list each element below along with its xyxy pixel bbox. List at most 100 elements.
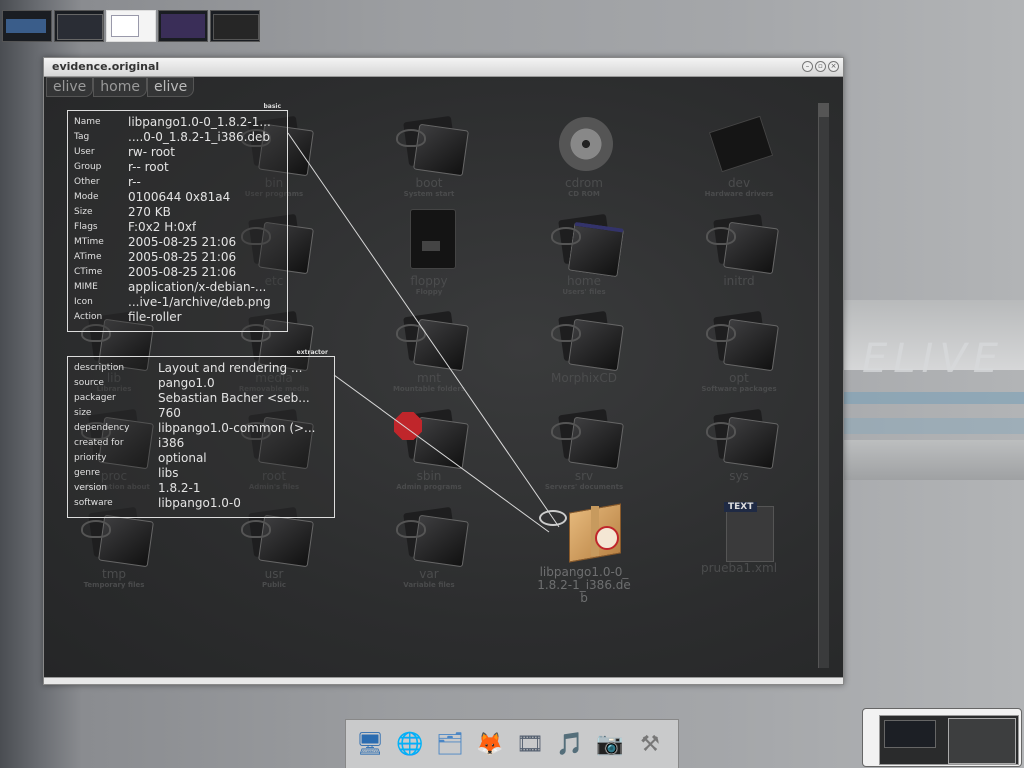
- info-row: software libpango1.0-0: [68, 496, 334, 511]
- breadcrumb-item[interactable]: elive: [46, 77, 94, 97]
- info-key: Size: [74, 207, 93, 217]
- network-globe-icon[interactable]: 🌐: [392, 726, 428, 762]
- info-row: description Layout and rendering ...: [68, 361, 334, 376]
- info-value: Layout and rendering ...: [158, 361, 303, 375]
- info-row: genre libs: [68, 466, 334, 481]
- info-value: Sebastian Bacher <seb...: [158, 391, 310, 405]
- folder-icon: [394, 115, 469, 177]
- folder-icon: [549, 213, 625, 278]
- info-key: Action: [74, 312, 103, 322]
- folder-dev[interactable]: dev Hardware drivers: [679, 115, 799, 198]
- folder-mnt[interactable]: mnt Mountable folders: [369, 310, 489, 393]
- video-player-icon[interactable]: 🎞: [512, 726, 548, 762]
- breadcrumb-item[interactable]: elive: [147, 77, 195, 97]
- info-row: User rw- root: [68, 145, 287, 160]
- extractor-info-panel: extractor description Layout and renderin…: [67, 349, 335, 518]
- info-key: Tag: [74, 132, 90, 142]
- info-value: F:0x2 H:0xf: [128, 220, 197, 234]
- folder-icon: [549, 310, 624, 372]
- floppy-icon: [394, 209, 464, 271]
- info-value: optional: [158, 451, 207, 465]
- folder-boot[interactable]: boot System start: [369, 115, 489, 198]
- info-key: software: [74, 498, 113, 508]
- file-view[interactable]: elive home elive bin User programs boot …: [44, 77, 843, 678]
- file-manager-window: evidence.original – ▫ × elive home elive…: [43, 57, 844, 685]
- info-key: Mode: [74, 192, 99, 202]
- pager-desktop-3[interactable]: [106, 10, 156, 42]
- info-row: size 760: [68, 406, 334, 421]
- info-row: priority optional: [68, 451, 334, 466]
- minimize-icon[interactable]: –: [802, 61, 813, 72]
- pager-desktop-1[interactable]: [2, 10, 52, 42]
- folder-var[interactable]: var Variable files: [369, 506, 489, 589]
- window-bottom-edge[interactable]: [44, 677, 843, 684]
- pager-desktop-4[interactable]: [158, 10, 208, 42]
- info-row: source pango1.0: [68, 376, 334, 391]
- thumbnail-preview: [879, 715, 1019, 765]
- info-row: packager Sebastian Bacher <seb...: [68, 391, 334, 406]
- file-manager-icon[interactable]: 🗂: [432, 726, 468, 762]
- music-player-icon[interactable]: 🎵: [552, 726, 588, 762]
- tools-icon[interactable]: ⚒: [632, 726, 668, 762]
- folder-floppy[interactable]: floppy Floppy: [369, 209, 489, 296]
- stop-folder-icon: [394, 408, 469, 470]
- info-key: Name: [74, 117, 101, 127]
- info-key: Icon: [74, 297, 93, 307]
- folder-srv[interactable]: srv Servers' documents: [524, 408, 644, 491]
- info-key: CTime: [74, 267, 103, 277]
- info-value: 2005-08-25 21:06: [128, 235, 237, 249]
- folder-opt[interactable]: opt Software packages: [679, 310, 799, 393]
- info-row: Other r--: [68, 175, 287, 190]
- text-file-icon: TEXT: [704, 502, 774, 562]
- info-key: dependency: [74, 423, 130, 433]
- pager-desktop-5[interactable]: [210, 10, 260, 42]
- info-value: file-roller: [128, 310, 182, 324]
- panel-tag: basic: [263, 103, 281, 110]
- close-icon[interactable]: ×: [828, 61, 839, 72]
- info-value: 0100644 0x81a4: [128, 190, 231, 204]
- window-titlebar[interactable]: evidence.original – ▫ ×: [44, 58, 843, 77]
- info-row: MIME application/x-debian-...: [68, 280, 287, 295]
- file-deb-package[interactable]: libpango1.0-0_1.8.2-1_i386.deb: [509, 502, 659, 605]
- pager-desktop-2[interactable]: [54, 10, 104, 42]
- info-value: application/x-debian-...: [128, 280, 267, 294]
- firefox-icon[interactable]: 🦊: [472, 726, 508, 762]
- wallpaper-logo: ELIVE: [862, 336, 1004, 382]
- restore-icon[interactable]: ▫: [815, 61, 826, 72]
- info-row: Tag ....0-0_1.8.2-1_i386.deb: [68, 130, 287, 145]
- info-key: packager: [74, 393, 116, 403]
- breadcrumb-item[interactable]: home: [93, 77, 147, 97]
- folder-sys[interactable]: sys: [679, 408, 799, 483]
- info-key: Flags: [74, 222, 98, 232]
- folder-home[interactable]: home Users' files: [524, 213, 644, 296]
- breadcrumb: elive home elive: [46, 77, 195, 97]
- info-value: 2005-08-25 21:06: [128, 265, 237, 279]
- folder-cdrom[interactable]: cdrom CD ROM: [524, 117, 644, 198]
- info-key: priority: [74, 453, 107, 463]
- info-value: libpango1.0-0_1.8.2-1...: [128, 115, 271, 129]
- folder-sbin[interactable]: sbin Admin programs: [369, 408, 489, 491]
- folder-icon: [394, 310, 469, 372]
- vertical-scrollbar[interactable]: [818, 103, 829, 668]
- info-key: source: [74, 378, 104, 388]
- info-row: dependency libpango1.0-common (>...: [68, 421, 334, 436]
- scrollbar-thumb[interactable]: [819, 103, 829, 117]
- info-row: Icon ...ive-1/archive/deb.png: [68, 295, 287, 310]
- debian-package-icon: [539, 502, 629, 563]
- folder-morphixcd[interactable]: MorphixCD: [524, 310, 644, 385]
- wallpaper-band-low: [840, 418, 1024, 434]
- info-row: Size 270 KB: [68, 205, 287, 220]
- cdrom-icon: [549, 117, 619, 173]
- info-value: ...ive-1/archive/deb.png: [128, 295, 271, 309]
- folder-initrd[interactable]: initrd: [679, 213, 799, 288]
- folder-usr[interactable]: usr Public: [214, 506, 334, 589]
- folder-tmp[interactable]: tmp Temporary files: [54, 506, 174, 589]
- info-key: size: [74, 408, 92, 418]
- info-value: i386: [158, 436, 185, 450]
- desktop-thumbnail[interactable]: [862, 708, 1022, 767]
- file-prueba1-xml[interactable]: TEXT prueba1.xml: [679, 502, 799, 575]
- camera-icon[interactable]: 📷: [592, 726, 628, 762]
- info-value: 760: [158, 406, 181, 420]
- monitor-icon[interactable]: 🖥: [352, 726, 388, 762]
- text-badge: TEXT: [724, 502, 758, 512]
